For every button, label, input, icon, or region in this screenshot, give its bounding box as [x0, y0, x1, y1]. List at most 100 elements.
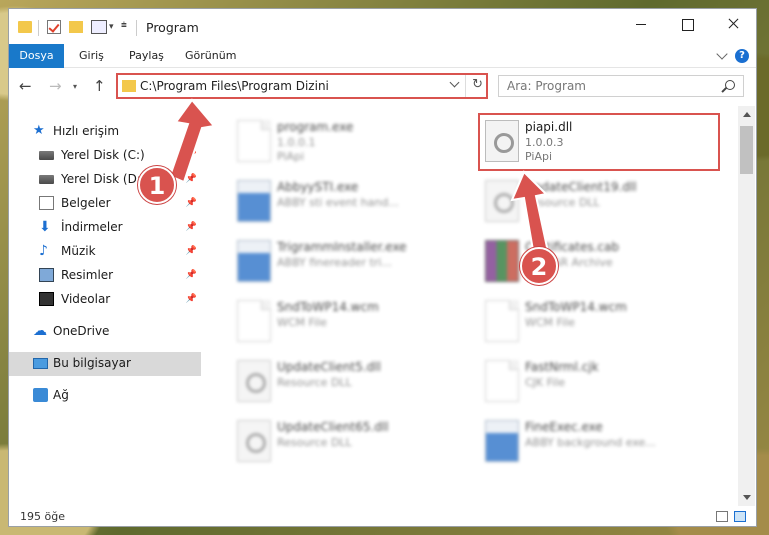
- ribbon-tabs: Dosya Giriş Paylaş Görünüm ?: [9, 44, 756, 68]
- file-name: AbbyySTI.exe: [277, 180, 359, 194]
- list-item[interactable]: UpdateClient5.dll Resource DLL: [231, 354, 471, 412]
- minimize-button[interactable]: [618, 9, 664, 39]
- drive-icon: [39, 175, 54, 184]
- file-name: SndToWP14.wcm: [277, 300, 379, 314]
- properties-check-icon[interactable]: [47, 20, 61, 34]
- sidebar-item-pictures[interactable]: Resimler 📌: [9, 264, 201, 288]
- item-count: 195 öğe: [20, 510, 65, 523]
- pin-icon[interactable]: 📌: [186, 222, 197, 232]
- expand-ribbon-icon[interactable]: [716, 48, 728, 60]
- sidebar-item-label: İndirmeler: [61, 220, 123, 234]
- scroll-up-icon[interactable]: [743, 112, 751, 117]
- tab-gorunum[interactable]: Görünüm: [175, 44, 246, 68]
- sidebar-item-videos[interactable]: Videolar 📌: [9, 288, 201, 312]
- search-icon[interactable]: [725, 80, 735, 90]
- file-name: UpdateClient65.dll: [277, 420, 389, 434]
- computer-icon: [33, 358, 48, 369]
- tab-giris[interactable]: Giriş: [69, 44, 114, 68]
- sidebar-item-label: Yerel Disk (D:): [61, 172, 146, 186]
- file-name: FastNrml.cjk: [525, 360, 599, 374]
- list-item[interactable]: FineExec.exe ABBY background exe...: [479, 414, 719, 472]
- scroll-down-icon[interactable]: [743, 495, 751, 500]
- sidebar-item-downloads[interactable]: ⬇ İndirmeler 📌: [9, 216, 201, 240]
- scrollbar-thumb[interactable]: [740, 126, 753, 174]
- callout-badge-2: 2: [520, 247, 558, 285]
- list-item[interactable]: TrigrammInstaller.exe ABBY finereader tr…: [231, 234, 471, 292]
- star-icon: ★: [33, 123, 45, 138]
- file-name: SndToWP14.wcm: [525, 300, 627, 314]
- sidebar-item-label: Ağ: [53, 388, 69, 402]
- file-description: WCM File: [525, 316, 575, 329]
- sidebar-item-network[interactable]: Ağ: [9, 384, 201, 408]
- file-description: ABBY background exe...: [525, 436, 656, 449]
- network-icon: [33, 388, 48, 402]
- file-description: WCM File: [277, 316, 327, 329]
- sidebar-item-label: Müzik: [61, 244, 96, 258]
- list-item[interactable]: UpdateClient65.dll Resource DLL: [231, 414, 471, 472]
- tab-dosya[interactable]: Dosya: [9, 44, 64, 68]
- title-bar: ▾ ⩧ Program: [9, 9, 756, 43]
- pin-icon[interactable]: 📌: [186, 270, 197, 280]
- sidebar-item-label: OneDrive: [53, 324, 110, 338]
- file-description: CJK File: [525, 376, 566, 389]
- list-item[interactable]: FastNrml.cjk CJK File: [479, 354, 719, 412]
- sidebar-item-label: Yerel Disk (C:): [61, 148, 145, 162]
- maximize-button[interactable]: [664, 9, 710, 39]
- vertical-scrollbar[interactable]: [738, 106, 755, 506]
- list-item[interactable]: AbbyySTI.exe ABBY sti event hand...: [231, 174, 471, 232]
- list-item[interactable]: program.exe 1.0.0.1 PiApi: [231, 114, 471, 172]
- blank-page-icon: [237, 300, 271, 342]
- folder-icon: [122, 80, 136, 92]
- music-icon: ♪: [39, 243, 48, 259]
- program-icon: [237, 120, 271, 162]
- customize-toolbar-icon[interactable]: ⩧: [121, 20, 127, 38]
- tab-paylas[interactable]: Paylaş: [119, 44, 174, 68]
- file-version: 1.0.0.1: [277, 136, 316, 149]
- sidebar-item-label: Bu bilgisayar: [53, 356, 131, 370]
- blank-page-icon: [485, 360, 519, 402]
- search-input[interactable]: Ara: Program: [507, 79, 586, 93]
- file-list: program.exe 1.0.0.1 PiApi piapi.dll 1.0.…: [209, 106, 739, 506]
- sidebar-item-this-pc[interactable]: Bu bilgisayar: [9, 352, 201, 376]
- sidebar-item-label: Resimler: [61, 268, 114, 282]
- drive-icon: [39, 151, 54, 160]
- sidebar-item-onedrive[interactable]: ☁ OneDrive: [9, 320, 201, 344]
- pin-icon[interactable]: 📌: [186, 294, 197, 304]
- piapi-highlight-box: [478, 113, 720, 171]
- sidebar-item-label: Belgeler: [61, 196, 111, 210]
- window-title: Program: [146, 20, 199, 35]
- details-view-icon[interactable]: [716, 511, 728, 522]
- forward-arrow-icon[interactable]: →: [49, 77, 62, 95]
- new-folder-icon[interactable]: [69, 21, 83, 33]
- up-arrow-icon[interactable]: ↑: [93, 77, 106, 95]
- chevron-down-icon[interactable]: ▾: [109, 22, 114, 40]
- view-options-icon[interactable]: [91, 20, 107, 34]
- back-arrow-icon[interactable]: ←: [19, 77, 32, 95]
- search-box[interactable]: Ara: Program: [498, 75, 744, 97]
- navigation-bar: ← → ▾ ↑ C:\Program Files\Program Dizini …: [9, 69, 756, 103]
- sidebar-item-label: Hızlı erişim: [53, 124, 120, 138]
- recent-locations-icon[interactable]: ▾: [73, 82, 77, 91]
- close-button[interactable]: [710, 9, 756, 39]
- exe-icon: [485, 420, 519, 462]
- file-description: Resource DLL: [277, 376, 352, 389]
- large-icons-view-icon[interactable]: [734, 511, 746, 522]
- dll-gear-icon: [237, 360, 271, 402]
- list-item[interactable]: SndToWP14.wcm WCM File: [231, 294, 471, 352]
- sidebar-item-label: Videolar: [61, 292, 111, 306]
- help-icon[interactable]: ?: [735, 49, 749, 63]
- file-name: program.exe: [277, 120, 354, 134]
- refresh-icon[interactable]: ↻: [472, 77, 483, 92]
- divider: [136, 20, 137, 36]
- folder-icon: [18, 21, 32, 33]
- list-item[interactable]: SndToWP14.wcm WCM File: [479, 294, 719, 352]
- status-bar: 195 öğe: [9, 506, 756, 526]
- pin-icon[interactable]: 📌: [186, 246, 197, 256]
- address-dropdown-icon[interactable]: [449, 77, 460, 88]
- documents-icon: [39, 196, 54, 210]
- file-description: ABBY sti event hand...: [277, 196, 399, 209]
- downloads-icon: ⬇: [39, 219, 51, 235]
- address-path[interactable]: C:\Program Files\Program Dizini: [140, 79, 329, 93]
- sidebar-item-music[interactable]: ♪ Müzik 📌: [9, 240, 201, 264]
- exe-icon: [237, 180, 271, 222]
